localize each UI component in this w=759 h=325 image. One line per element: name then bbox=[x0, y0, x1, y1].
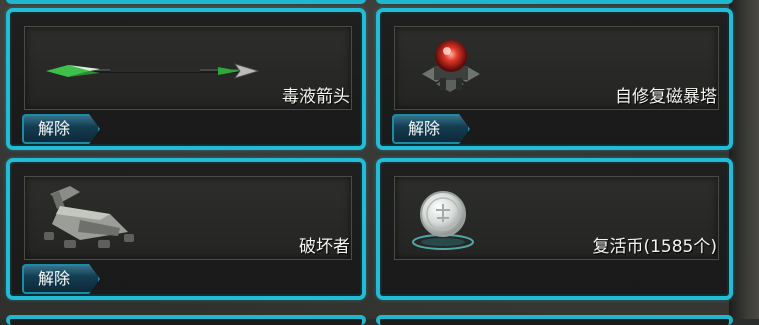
item-card-venom-arrow[interactable]: 毒液箭头 解除 bbox=[6, 8, 366, 150]
tesla-tower-icon bbox=[422, 40, 480, 92]
revive-coin-icon bbox=[412, 191, 474, 250]
card-peek-top-left bbox=[6, 0, 366, 4]
background-edge bbox=[729, 0, 759, 319]
item-name: 破坏者 bbox=[299, 237, 350, 257]
card-peek-bottom-left bbox=[6, 315, 366, 325]
item-card-revive-coin[interactable]: 复活币(1585个) bbox=[376, 158, 733, 300]
card-peek-bottom-right bbox=[376, 315, 733, 325]
unlock-button[interactable]: 解除 bbox=[22, 114, 100, 144]
venom-arrow-icon bbox=[46, 63, 260, 79]
unlock-button[interactable]: 解除 bbox=[392, 114, 470, 144]
destroyer-artillery-icon bbox=[44, 186, 134, 248]
item-card-tesla-tower[interactable]: 自修复磁暴塔 解除 bbox=[376, 8, 733, 150]
card-peek-top-right bbox=[376, 0, 733, 4]
unlock-button[interactable]: 解除 bbox=[22, 264, 100, 294]
item-name: 自修复磁暴塔 bbox=[615, 87, 717, 107]
item-card-destroyer[interactable]: 破坏者 解除 bbox=[6, 158, 366, 300]
item-name: 毒液箭头 bbox=[282, 87, 350, 107]
item-name: 复活币(1585个) bbox=[592, 237, 717, 257]
